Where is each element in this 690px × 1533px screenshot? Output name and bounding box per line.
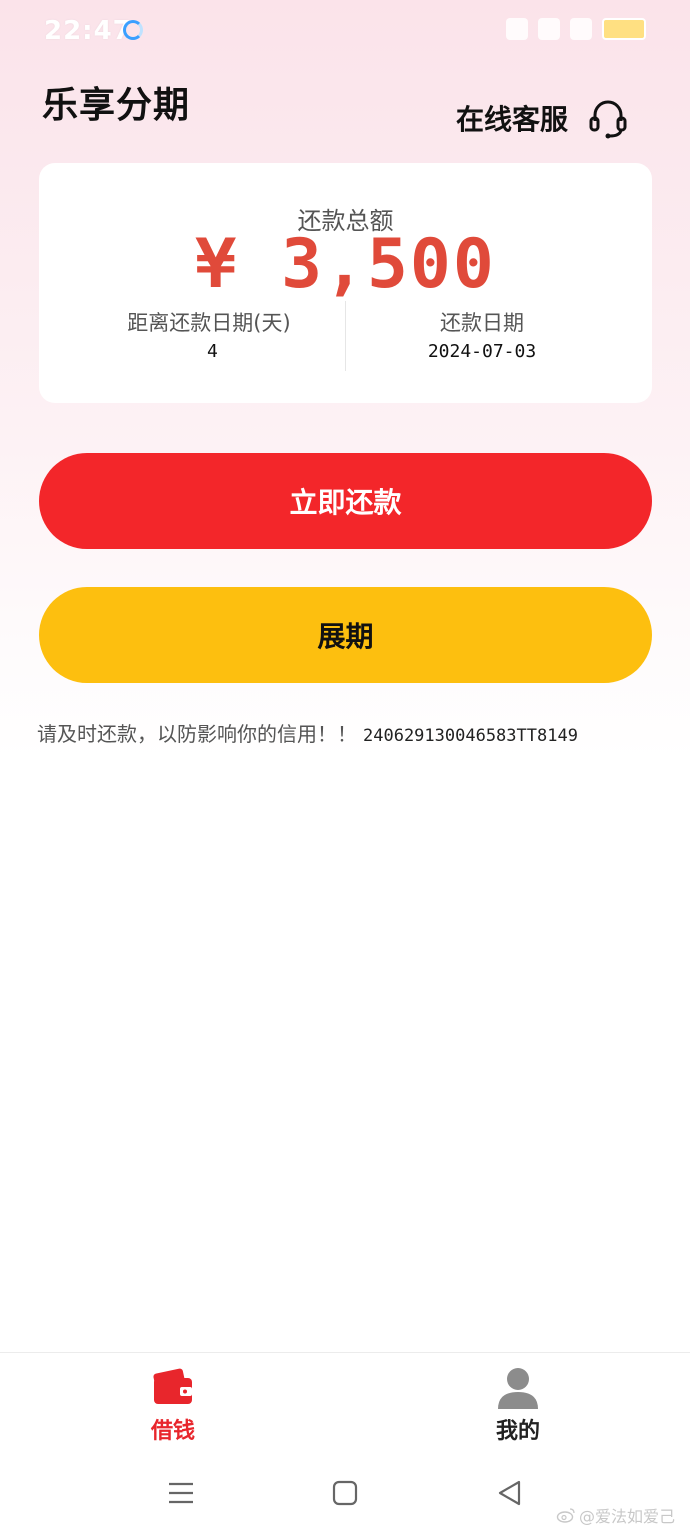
customer-service-label: 在线客服 — [456, 103, 569, 136]
notice-code: 240629130046583TT8149 — [363, 726, 578, 746]
tab-borrow-label: 借钱 — [150, 1419, 195, 1444]
back-button[interactable] — [493, 1476, 527, 1510]
wallet-icon — [153, 1368, 192, 1404]
days-until-due-label: 距离还款日期(天) — [127, 311, 291, 335]
tab-mine-label: 我的 — [495, 1419, 540, 1444]
repayment-notice: 请及时还款，以防影响你的信用！！ 240629130046583TT8149 — [37, 718, 657, 747]
user-icon — [498, 1368, 538, 1409]
due-date-value: 2024-07-03 — [427, 341, 537, 362]
extend-term-button[interactable]: 展期 — [39, 587, 652, 683]
loading-indicator-icon — [123, 20, 143, 40]
status-time: 22:47 — [44, 16, 132, 46]
notification-icon — [506, 18, 528, 40]
status-bar: 22:47 — [0, 0, 690, 60]
page-title: 乐享分期 — [42, 85, 191, 126]
notice-text: 请及时还款，以防影响你的信用！！ — [37, 722, 357, 746]
home-button[interactable] — [328, 1476, 362, 1510]
bottom-tab-bar: 借钱 我的 — [0, 1352, 690, 1453]
watermark: @爱法如爱己 — [556, 1503, 686, 1527]
total-amount-value: ¥ 3,500 — [195, 225, 496, 304]
status-icons — [506, 18, 646, 40]
home-square-icon — [332, 1480, 358, 1506]
menu-icon — [169, 1482, 193, 1504]
wifi-icon — [538, 18, 560, 40]
due-date-label: 还款日期 — [440, 311, 524, 335]
repayment-summary-card: 还款总额 ¥ 3,500 距离还款日期(天) 4 还款日期 2024-07-03 — [39, 163, 652, 403]
due-date: 还款日期 2024-07-03 — [357, 307, 607, 362]
signal-icon — [570, 18, 592, 40]
tab-borrow[interactable]: 借钱 — [113, 1365, 233, 1445]
headset-icon — [589, 100, 627, 139]
recent-apps-button[interactable] — [164, 1476, 198, 1510]
days-until-due-value: 4 — [207, 341, 218, 362]
battery-icon — [602, 18, 646, 40]
weibo-logo-icon — [556, 1508, 575, 1523]
customer-service-button[interactable]: 在线客服 — [456, 90, 630, 146]
back-triangle-icon — [498, 1480, 521, 1506]
watermark-text: @爱法如爱己 — [579, 1507, 676, 1526]
card-divider — [345, 301, 346, 371]
days-until-due: 距离还款日期(天) 4 — [79, 307, 339, 362]
repay-now-button[interactable]: 立即还款 — [39, 453, 652, 549]
tab-mine[interactable]: 我的 — [458, 1365, 578, 1445]
